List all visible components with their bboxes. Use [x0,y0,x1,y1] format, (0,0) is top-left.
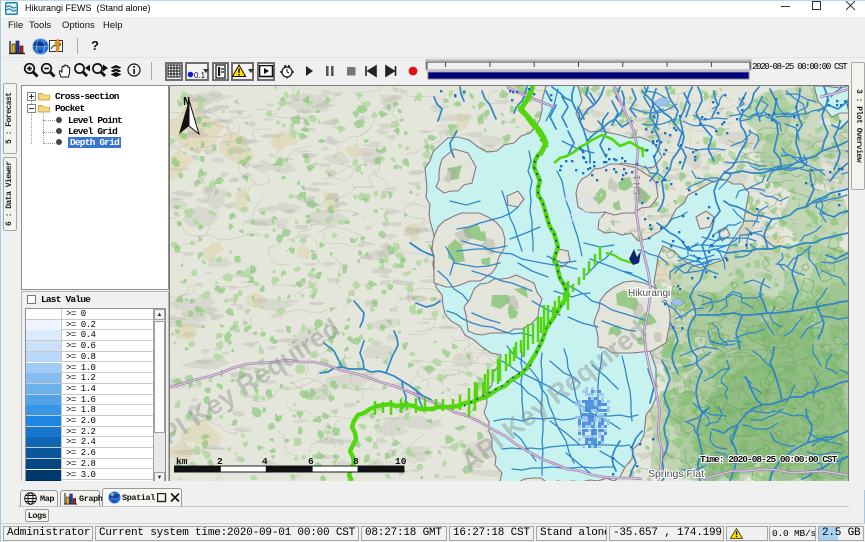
svg-text:6: 6 [308,456,314,467]
svg-text:Springs Flat: Springs Flat [648,468,704,480]
svg-text:Hikurangi: Hikurangi [628,288,670,299]
svg-text:SH 1: SH 1 [632,175,642,195]
svg-text:Time: 2020-08-25 00:00:00 CST: Time: 2020-08-25 00:00:00 CST [700,454,838,465]
svg-text:10: 10 [395,456,407,467]
svg-text:8: 8 [353,456,359,467]
svg-text:km: km [176,456,188,467]
svg-text:2: 2 [217,456,223,467]
svg-text:4: 4 [262,456,268,467]
